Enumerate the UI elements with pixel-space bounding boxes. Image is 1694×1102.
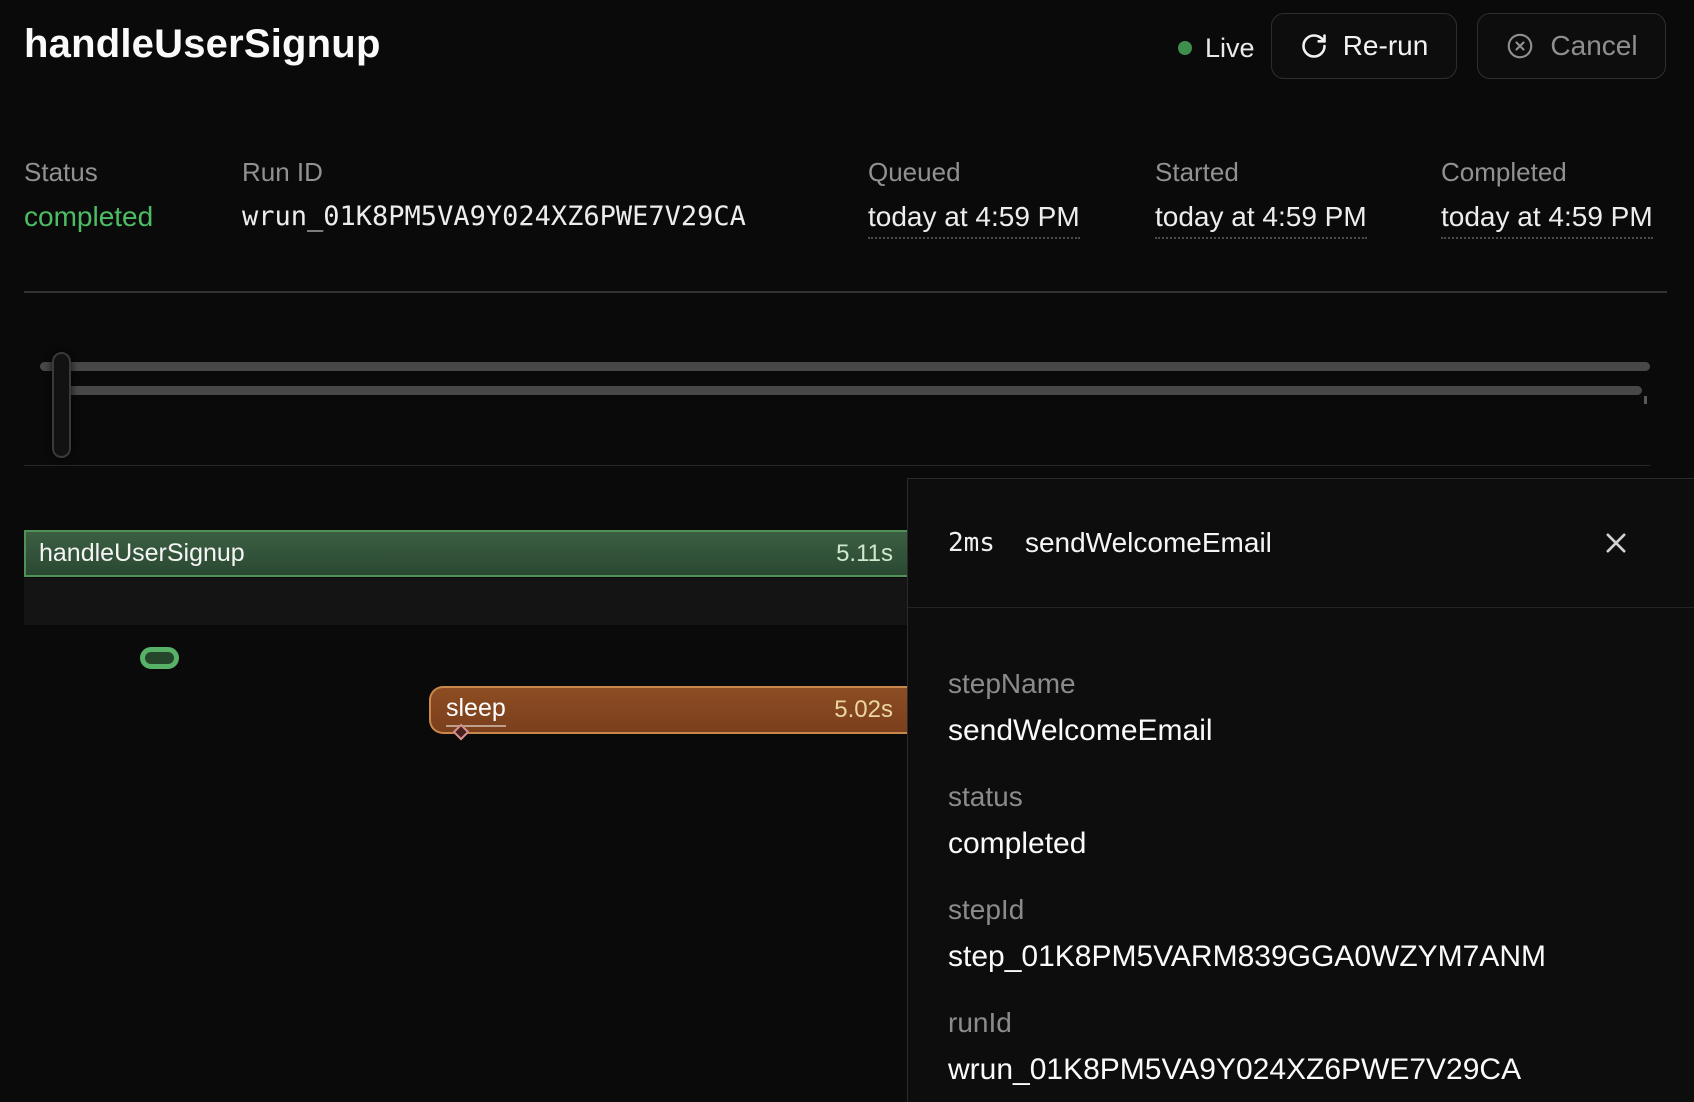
close-panel-button[interactable] (1600, 527, 1632, 559)
completed-value: today at 4:59 PM (1441, 201, 1653, 239)
run-id-value: wrun_01K8PM5VA9Y024XZ6PWE7V29CA (242, 201, 746, 232)
step-run-id-label: runId (948, 1007, 1654, 1039)
workflow-run-page: handleUserSignup Live Re-run Cancel Stat… (0, 0, 1694, 1102)
sleep-span-duration: 5.02s (834, 696, 893, 724)
refresh-icon (1300, 32, 1328, 60)
cancel-circle-x-icon (1505, 31, 1535, 61)
step-field: status completed (948, 781, 1654, 861)
minimap-span-function (40, 362, 1650, 371)
page-title: handleUserSignup (24, 22, 381, 67)
queued-value: today at 4:59 PM (868, 201, 1080, 239)
run-id-label: Run ID (242, 157, 323, 188)
live-label: Live (1205, 33, 1255, 64)
step-title: sendWelcomeEmail (1025, 527, 1272, 559)
sleep-span-label: sleep (446, 694, 506, 727)
queued-label: Queued (868, 157, 961, 188)
step-duration: 2ms (948, 528, 995, 558)
selected-row-highlight (24, 578, 907, 625)
step-pill-marker[interactable] (140, 647, 179, 669)
header-divider (24, 291, 1667, 293)
timeline-scrubber-handle[interactable] (52, 352, 71, 458)
function-span-label: handleUserSignup (39, 539, 245, 568)
timeline-span-function[interactable]: handleUserSignup 5.11s (24, 530, 907, 577)
live-dot-icon (1178, 41, 1192, 55)
step-field: stepId step_01K8PM5VARM839GGA0WZYM7ANM (948, 894, 1654, 974)
step-run-id-value: wrun_01K8PM5VA9Y024XZ6PWE7V29CA (948, 1052, 1654, 1087)
status-label: Status (24, 157, 98, 188)
step-field: runId wrun_01K8PM5VA9Y024XZ6PWE7V29CA (948, 1007, 1654, 1087)
step-field: stepName sendWelcomeEmail (948, 668, 1654, 748)
rerun-button[interactable]: Re-run (1271, 13, 1457, 79)
step-detail-header: 2ms sendWelcomeEmail (908, 479, 1694, 608)
step-name-label: stepName (948, 668, 1654, 700)
completed-label: Completed (1441, 157, 1567, 188)
timeline-divider (24, 465, 1650, 466)
step-id-value: step_01K8PM5VARM839GGA0WZYM7ANM (948, 939, 1654, 974)
step-name-value: sendWelcomeEmail (948, 713, 1654, 748)
step-status-value: completed (948, 826, 1654, 861)
minimap-marker (1644, 396, 1647, 404)
live-indicator: Live (1178, 33, 1255, 63)
function-span-duration: 5.11s (836, 540, 893, 568)
step-id-label: stepId (948, 894, 1654, 926)
close-icon (1602, 529, 1630, 557)
rerun-label: Re-run (1343, 30, 1429, 62)
timeline-span-sleep[interactable]: sleep 5.02s (429, 686, 907, 734)
started-label: Started (1155, 157, 1239, 188)
status-value: completed (24, 201, 153, 233)
started-value: today at 4:59 PM (1155, 201, 1367, 239)
cancel-label: Cancel (1550, 30, 1637, 62)
step-detail-body: stepName sendWelcomeEmail status complet… (908, 608, 1694, 1087)
minimap-span-sleep (58, 386, 1642, 395)
cancel-button[interactable]: Cancel (1477, 13, 1666, 79)
step-detail-panel: 2ms sendWelcomeEmail stepName sendWelcom… (907, 478, 1694, 1102)
step-status-label: status (948, 781, 1654, 813)
